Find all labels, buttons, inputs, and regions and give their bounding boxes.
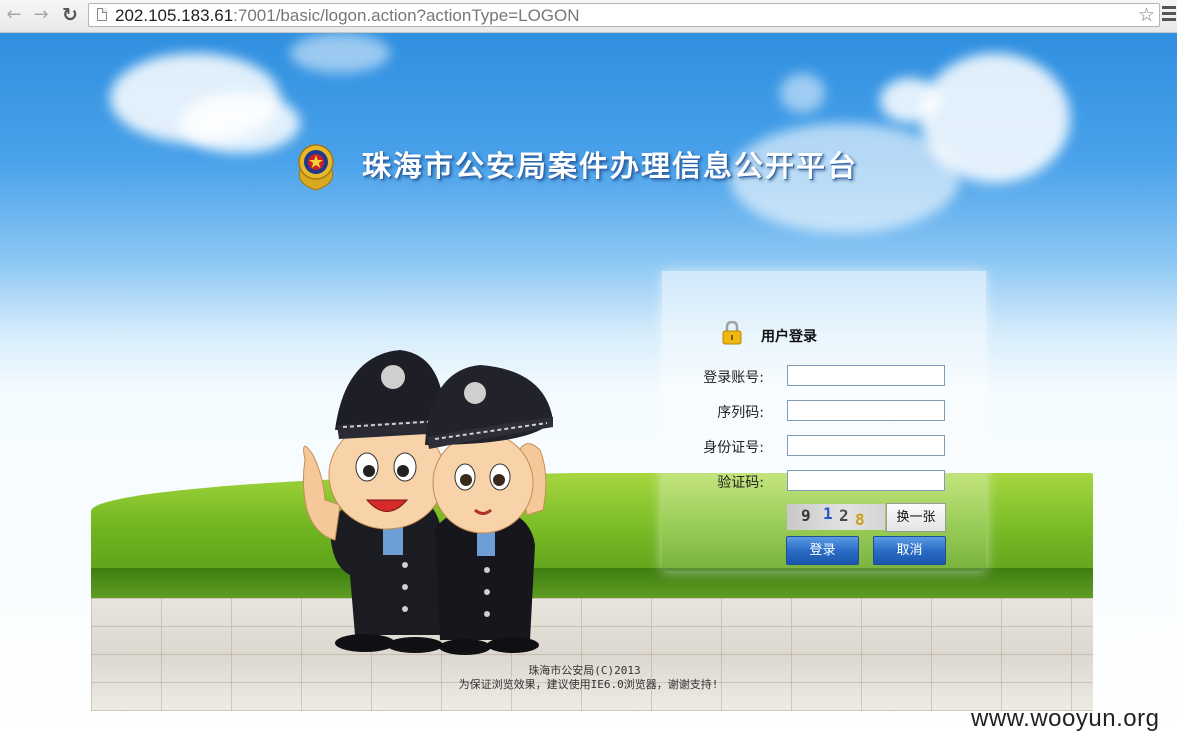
captcha-char: 9 [801, 506, 811, 525]
reload-icon[interactable]: ↻ [59, 4, 81, 26]
captcha-label: 验证码: [717, 475, 764, 491]
id-number-input[interactable] [787, 435, 945, 456]
cloud [180, 93, 300, 153]
id-number-label: 身份证号: [703, 440, 764, 456]
back-arrow-icon[interactable]: ← [3, 4, 25, 26]
page-icon [97, 8, 107, 21]
pavement-tiles [91, 598, 1093, 711]
cloud [920, 53, 1070, 183]
cloud [780, 73, 825, 113]
cloud [880, 78, 940, 123]
login-button[interactable]: 登录 [786, 536, 859, 565]
login-title: 用户登录 [761, 329, 817, 345]
captcha-char: 8 [855, 510, 865, 529]
menu-icon[interactable] [1162, 6, 1176, 24]
address-bar[interactable]: 202.105.183.61:7001/basic/logon.action?a… [88, 3, 1160, 27]
account-input[interactable] [787, 365, 945, 386]
watermark-text: www.wooyun.org [971, 705, 1160, 732]
captcha-char: 1 [823, 504, 833, 523]
lock-icon [722, 321, 742, 345]
browser-toolbar: ← → ↻ 202.105.183.61:7001/basic/logon.ac… [0, 0, 1177, 33]
url-host: 202.105.183.61 [115, 6, 234, 25]
serial-label: 序列码: [717, 405, 764, 421]
captcha-input[interactable] [787, 470, 945, 491]
url-text[interactable]: 202.105.183.61:7001/basic/logon.action?a… [115, 6, 580, 25]
police-mascot-illustration [302, 350, 553, 655]
cloud [290, 33, 390, 73]
captcha-image: 9 1 2 8 [787, 504, 885, 530]
site-title: 珠海市公安局案件办理信息公开平台 [362, 149, 859, 183]
refresh-captcha-button[interactable]: 换一张 [886, 503, 946, 532]
bookmark-star-icon[interactable]: ☆ [1138, 4, 1155, 26]
browser-notice: 为保证浏览效果，建议使用IE6.0浏览器，谢谢支持! [458, 678, 719, 691]
captcha-char: 2 [839, 506, 849, 525]
login-panel: 用户登录 登录账号: 序列码: 身份证号: 验证码: 9 1 2 8 换一张 登… [662, 271, 986, 571]
police-emblem [298, 144, 334, 191]
url-path: :7001/basic/logon.action?actionType=LOGO… [233, 6, 580, 25]
page-background: 珠海市公安局案件办理信息公开平台 用户登录 登录账号: 序列码: 身份证号: 验… [0, 33, 1177, 747]
account-label: 登录账号: [703, 370, 764, 386]
serial-input[interactable] [787, 400, 945, 421]
cancel-button[interactable]: 取消 [873, 536, 946, 565]
forward-arrow-icon[interactable]: → [30, 4, 52, 26]
